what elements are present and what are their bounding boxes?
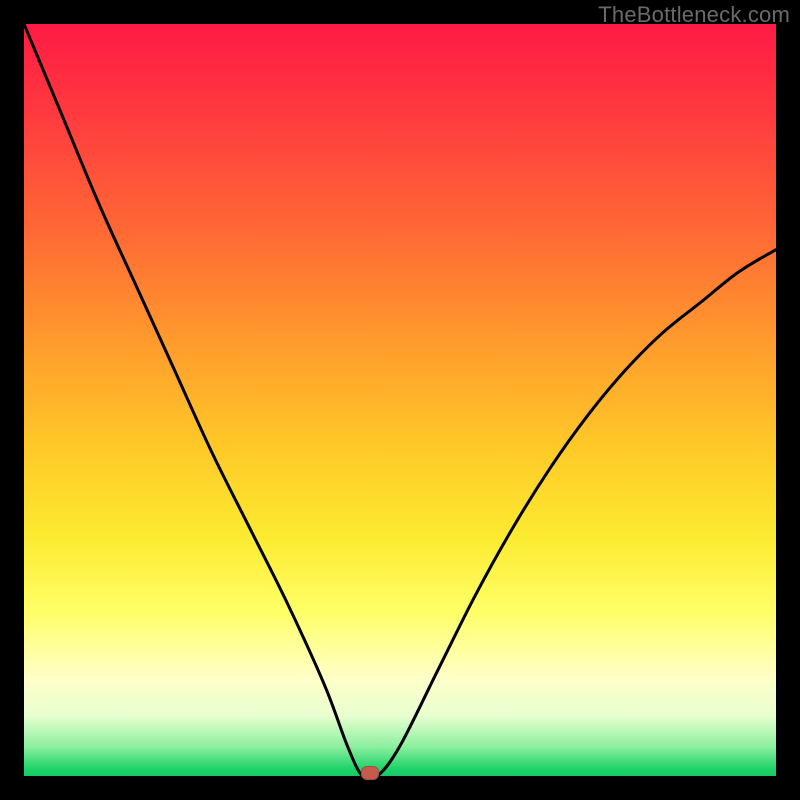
chart-frame: TheBottleneck.com: [0, 0, 800, 800]
plot-area: [24, 24, 776, 776]
curve-path: [24, 24, 776, 780]
optimum-marker: [361, 766, 379, 780]
bottleneck-curve: [24, 24, 776, 776]
